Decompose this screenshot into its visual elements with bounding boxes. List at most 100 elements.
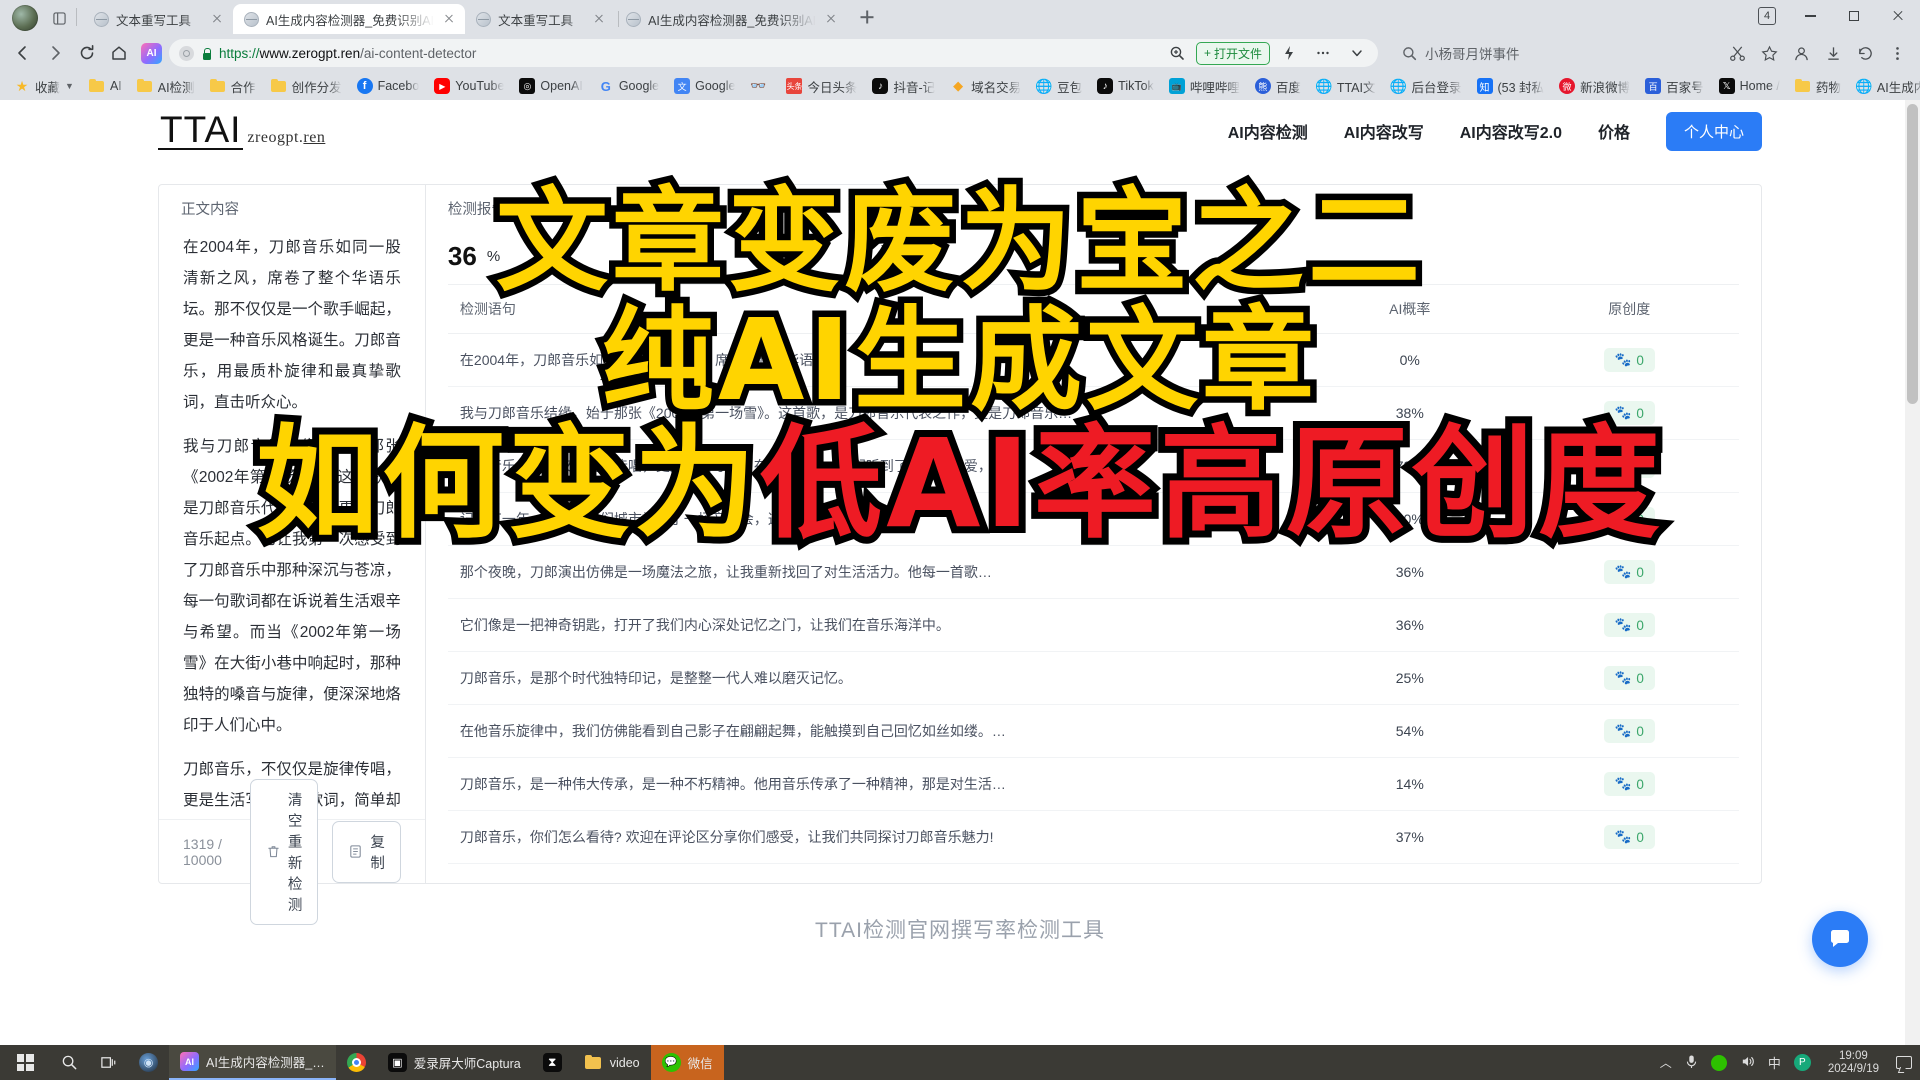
bookmark-item[interactable]: 合作 — [204, 75, 262, 98]
taskbar-item-hourglass[interactable]: ⧗ — [532, 1045, 573, 1080]
bookmark-item[interactable]: 文 Google — [668, 76, 741, 96]
clock[interactable]: 19:09 2024/9/19 — [1824, 1050, 1883, 1076]
tab-search-icon[interactable] — [48, 6, 70, 30]
table-row[interactable]: 它们像是一把神奇钥匙，打开了我们内心深处记忆之门，让我们在音乐海洋中。 36% … — [447, 598, 1739, 652]
close-tab-icon[interactable] — [441, 11, 457, 27]
taskbar-item-video[interactable]: video — [573, 1045, 651, 1080]
bookmark-item[interactable]: ◎ OpenAI — [513, 76, 588, 96]
window-count-badge[interactable]: 4 — [1758, 7, 1776, 25]
address-bar[interactable]: https://www.zerogpt.ren/ai-content-detec… — [169, 39, 1378, 67]
nav-item-ai-rewrite[interactable]: AI内容改写 — [1344, 119, 1424, 143]
taskbar-item-captura[interactable]: ▣ 爱录屏大师Captura — [377, 1045, 532, 1080]
browser-tab[interactable]: 文本重写工具 — [83, 4, 237, 34]
bookmark-item[interactable]: ♪ TikTok — [1091, 76, 1160, 96]
bookmark-item[interactable]: 头条 今日头条 — [780, 75, 863, 98]
history-back-icon[interactable] — [1850, 38, 1880, 68]
bookmark-item[interactable]: AI — [83, 76, 128, 96]
table-row[interactable]: 刀郎音乐，是那个时代独特印记，是整整一代人难以磨灭记忆。 25% 🐾 0 — [447, 651, 1739, 705]
downloads-icon[interactable] — [1818, 38, 1848, 68]
task-view-button[interactable] — [89, 1045, 128, 1080]
bookmark-item[interactable]: f Facebo — [351, 76, 426, 96]
table-row[interactable]: 刀郎音乐，你们怎么看待? 欢迎在评论区分享你们感受，让我们共同探讨刀郎音乐魅力!… — [447, 810, 1739, 864]
ai-extension-icon[interactable]: AI — [141, 42, 162, 64]
copy-button[interactable]: 复制 — [332, 820, 401, 883]
table-row[interactable]: 我与刀郎音乐结缘，始于那张《2002年第一场雪》。这首歌，是刀郎音乐代表之作，更… — [447, 386, 1739, 440]
ime-indicator[interactable]: 中 — [1768, 1053, 1781, 1072]
reload-icon[interactable] — [72, 38, 102, 68]
chrome-menu-icon[interactable] — [1882, 38, 1912, 68]
bookmark-item[interactable]: 📺 哔哩哔哩 — [1163, 75, 1246, 98]
bookmark-item[interactable]: 微新浪微博 — [1553, 75, 1636, 98]
page-scrollbar[interactable] — [1905, 100, 1920, 1045]
taskbar-item-chrome[interactable] — [336, 1045, 377, 1080]
bookmark-star-icon[interactable] — [1754, 38, 1784, 68]
bookmark-item[interactable]: ▶ YouTube — [428, 76, 510, 96]
table-row[interactable]: 刀郎音乐，不仅仅是旋律传唱，更是生活写照。在他音乐里，我们听到了对生活热爱，… … — [447, 439, 1739, 493]
wechat-tray-icon[interactable] — [1710, 1054, 1727, 1071]
user-center-button[interactable]: 个人中心 — [1665, 111, 1762, 151]
table-row[interactable]: 刀郎音乐，是一种伟大传承，是一种不朽精神。他用音乐传承了一种精神，那是对生活… … — [447, 757, 1739, 811]
bookmark-item[interactable]: 👓 — [744, 76, 777, 96]
nav-item-pricing[interactable]: 价格 — [1598, 119, 1630, 143]
microphone-icon[interactable] — [1685, 1054, 1698, 1072]
bookmark-item[interactable]: 🌐 AI生成内 — [1850, 75, 1920, 98]
cut-icon[interactable] — [1722, 38, 1752, 68]
close-tab-icon[interactable] — [209, 11, 225, 27]
bookmark-item[interactable]: 创作分发 — [265, 75, 348, 98]
browser-tab[interactable]: AI生成内容检测器_免费识别AI — [615, 4, 847, 34]
bookmark-item[interactable]: 🌐 后台登录 — [1385, 75, 1468, 98]
browser-tab-active[interactable]: AI生成内容检测器_免费识别AI — [233, 4, 466, 34]
profile-avatar[interactable] — [12, 5, 38, 31]
profile-icon[interactable] — [1786, 38, 1816, 68]
site-logo[interactable]: TTAI zreogpt.ren — [158, 111, 325, 151]
table-row[interactable]: 记得有一年，刀郎在我们城市举办了一场音乐会，这场… 10% 🐾 0 — [447, 492, 1739, 546]
bookmark-item[interactable]: ♪ 抖音-记 — [866, 75, 941, 98]
home-icon[interactable] — [104, 38, 134, 68]
lightning-icon[interactable] — [1274, 38, 1304, 68]
maximize-button[interactable] — [1832, 0, 1876, 32]
taskbar-item-steam[interactable]: ◉ — [128, 1045, 169, 1080]
open-file-button[interactable]: + 打开文件 — [1195, 41, 1270, 65]
bookmark-item[interactable]: 🌐 TTAI文 — [1310, 75, 1382, 98]
zoom-icon[interactable] — [1162, 38, 1192, 68]
taskbar-item-ai-detector[interactable]: AI AI生成内容检测器_… — [169, 1045, 336, 1080]
more-options-icon[interactable] — [1308, 38, 1338, 68]
close-tab-icon[interactable] — [823, 11, 839, 27]
bookmark-item[interactable]: 药物 — [1789, 75, 1847, 98]
app-tray-icon[interactable]: P — [1793, 1054, 1811, 1071]
new-tab-button[interactable] — [853, 3, 881, 31]
bookmark-item[interactable]: AI检测 — [131, 75, 201, 98]
start-button[interactable] — [0, 1045, 50, 1080]
browser-tab[interactable]: 文本重写工具 — [465, 4, 620, 34]
bookmark-item[interactable]: 百百家号 — [1639, 75, 1710, 98]
bookmark-item[interactable]: 🌐 豆包 — [1030, 75, 1088, 98]
scrollbar-thumb[interactable] — [1907, 104, 1918, 404]
forward-icon[interactable] — [40, 38, 70, 68]
site-info-icon[interactable] — [179, 45, 194, 61]
notifications-icon[interactable] — [1896, 1056, 1912, 1069]
nav-item-ai-detect[interactable]: AI内容检测 — [1228, 119, 1308, 143]
bookmark-item[interactable]: 𝕏 Home / — [1713, 76, 1786, 96]
chat-support-button[interactable] — [1812, 911, 1868, 967]
close-window-button[interactable] — [1876, 0, 1920, 32]
table-row[interactable]: 在2004年，刀郎音乐如同一股清新之风，席卷了整个华语乐坛。 0% 🐾 0 — [447, 333, 1739, 387]
back-icon[interactable] — [8, 38, 38, 68]
minimize-button[interactable] — [1788, 0, 1832, 32]
tray-expand-icon[interactable]: ︿ — [1660, 1054, 1672, 1071]
chevron-down-icon[interactable]: ▼ — [65, 81, 74, 91]
chevron-down-icon[interactable] — [1342, 38, 1372, 68]
taskbar-item-wechat[interactable]: 💬 微信 — [650, 1045, 724, 1080]
taskbar-search[interactable] — [50, 1045, 89, 1080]
bookmark-item[interactable]: G Google — [592, 76, 665, 96]
table-row[interactable]: 那个夜晚，刀郎演出仿佛是一场魔法之旅，让我重新找回了对生活活力。他每一首歌… 3… — [447, 545, 1739, 599]
editor-text[interactable]: 在2004年，刀郎音乐如同一股清新之风，席卷了整个华语乐坛。那不仅仅是一个歌手崛… — [159, 228, 425, 819]
clear-and-recheck-button[interactable]: 清空重新检测 — [249, 778, 319, 925]
bookmark-item[interactable]: 知 (53 封私 — [1471, 75, 1551, 98]
nav-item-ai-rewrite-2[interactable]: AI内容改写2.0 — [1460, 119, 1562, 143]
search-input[interactable]: 小杨哥月饼事件 — [1390, 39, 1720, 67]
bookmark-item[interactable]: 熊百度 — [1249, 75, 1307, 98]
close-tab-icon[interactable] — [591, 11, 607, 27]
table-row[interactable]: 在他音乐旋律中，我们仿佛能看到自己影子在翩翩起舞，能触摸到自己回忆如丝如缕。… … — [447, 704, 1739, 758]
volume-icon[interactable] — [1740, 1054, 1755, 1072]
bookmark-item[interactable]: ★ 收藏 ▼ — [8, 75, 80, 98]
